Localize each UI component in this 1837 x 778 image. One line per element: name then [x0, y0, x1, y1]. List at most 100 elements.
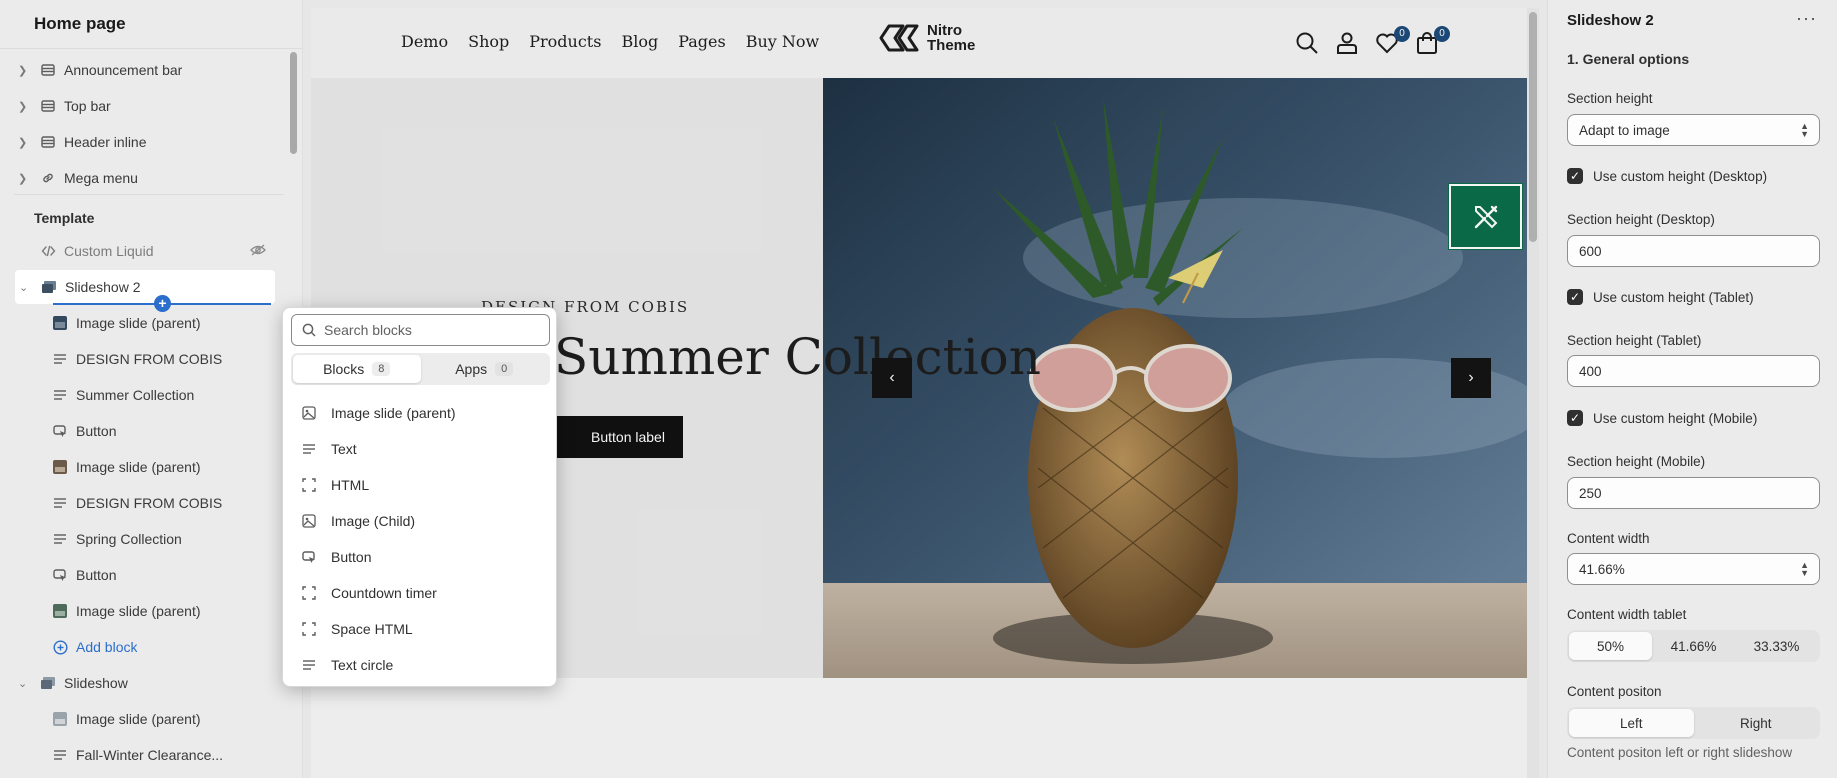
more-options-icon[interactable]: ···: [1796, 8, 1817, 29]
tab-apps[interactable]: Apps 0: [421, 355, 549, 383]
chevron-right-icon[interactable]: ❯: [18, 100, 30, 113]
chevron-right-icon[interactable]: ❯: [18, 136, 30, 149]
code-icon: [40, 243, 56, 259]
height-mobile-input[interactable]: 250: [1567, 477, 1820, 509]
field-label: Section height (Mobile): [1567, 454, 1706, 469]
checkbox-custom-height-desktop[interactable]: ✓ Use custom height (Desktop): [1567, 168, 1767, 184]
chevron-right-icon[interactable]: ❯: [18, 172, 30, 185]
button-icon: [52, 567, 68, 583]
block-text[interactable]: Fall-Winter Clearance...: [14, 740, 276, 770]
sidebar-item-label: Mega menu: [64, 170, 138, 186]
picker-item-text-circle[interactable]: Text circle: [291, 647, 550, 683]
height-desktop-input[interactable]: 600: [1567, 235, 1820, 267]
field-label: Section height (Desktop): [1567, 212, 1715, 227]
tab-blocks[interactable]: Blocks 8: [293, 355, 421, 383]
height-tablet-input[interactable]: 400: [1567, 355, 1820, 387]
slide-next-button[interactable]: ›: [1451, 358, 1491, 398]
tab-count-badge: 8: [372, 362, 391, 376]
sidebar-item-top-bar[interactable]: ❯ Top bar: [14, 91, 276, 121]
nav-link-blog[interactable]: Blog: [621, 32, 658, 51]
sidebar-item-mega-menu[interactable]: ❯ Mega menu: [14, 163, 276, 193]
settings-title: Slideshow 2: [1567, 12, 1654, 29]
image-thumb-icon: [52, 711, 68, 727]
block-text[interactable]: Spring Collection: [14, 524, 276, 554]
block-button[interactable]: Button: [14, 416, 276, 446]
chevron-right-icon[interactable]: ❯: [18, 64, 30, 77]
option-50[interactable]: 50%: [1569, 632, 1652, 660]
block-text[interactable]: Summer Collection: [14, 380, 276, 410]
preview-scrollbar[interactable]: [1527, 8, 1539, 778]
nav-link-demo[interactable]: Demo: [401, 32, 448, 51]
sidebar-item-slideshow[interactable]: ⌄ Slideshow: [14, 668, 276, 698]
sidebar-scrollbar[interactable]: [290, 52, 297, 154]
cart-count-badge: 0: [1434, 26, 1450, 42]
sidebar-item-announcement-bar[interactable]: ❯ Announcement bar: [14, 55, 276, 85]
sidebar-item-header-inline[interactable]: ❯ Header inline: [14, 127, 276, 157]
slide-headline: Summer Collection: [554, 328, 1041, 386]
frame-icon: [301, 621, 317, 637]
account-icon[interactable]: [1334, 30, 1360, 56]
text-icon: [301, 441, 317, 457]
checkbox-custom-height-mobile[interactable]: ✓ Use custom height (Mobile): [1567, 410, 1757, 426]
chevron-down-icon[interactable]: ⌄: [19, 281, 31, 294]
settings-section-heading: 1. General options: [1567, 51, 1690, 67]
picker-item-space-html[interactable]: Space HTML: [291, 611, 550, 647]
picker-item-image-slide[interactable]: Image slide (parent): [291, 395, 550, 431]
checkmark-icon: ✓: [1567, 289, 1583, 305]
picker-item-image-child[interactable]: Image (Child): [291, 503, 550, 539]
block-image-slide[interactable]: Image slide (parent): [14, 596, 276, 626]
sections-sidebar: Home page ❯ Announcement bar ❯ Top bar ❯…: [0, 0, 303, 778]
search-blocks-field[interactable]: [291, 314, 550, 346]
section-height-select[interactable]: Adapt to image ▲ ▼: [1567, 114, 1820, 146]
block-image-slide[interactable]: Image slide (parent): [14, 308, 276, 338]
block-image-slide[interactable]: Image slide (parent): [14, 452, 276, 482]
section-tools-button[interactable]: [1448, 183, 1523, 250]
sidebar-item-label: Announcement bar: [64, 62, 183, 78]
option-41-66[interactable]: 41.66%: [1652, 632, 1735, 660]
search-icon[interactable]: [1294, 30, 1320, 56]
store-logo[interactable]: Nitro Theme: [877, 23, 975, 53]
nav-link-pages[interactable]: Pages: [678, 32, 726, 51]
slide-prev-button[interactable]: ‹: [872, 358, 912, 398]
checkbox-custom-height-tablet[interactable]: ✓ Use custom height (Tablet): [1567, 289, 1754, 305]
add-block-button[interactable]: Add block: [14, 632, 276, 662]
wishlist-count-badge: 0: [1394, 26, 1410, 42]
chevron-down-icon[interactable]: ⌄: [18, 677, 30, 690]
field-label: Section height (Tablet): [1567, 333, 1702, 348]
sidebar-item-label: Summer Collection: [76, 387, 195, 403]
nav-link-buy-now[interactable]: Buy Now: [746, 32, 820, 51]
block-button[interactable]: Button: [14, 560, 276, 590]
picker-item-html[interactable]: HTML: [291, 467, 550, 503]
eye-hidden-icon[interactable]: [250, 243, 266, 260]
search-blocks-input[interactable]: [324, 322, 534, 338]
sidebar-item-label: Top bar: [64, 98, 111, 114]
content-position-segmented: Left Right: [1567, 707, 1820, 739]
block-image-slide[interactable]: Image slide (parent): [14, 704, 276, 734]
cart-icon[interactable]: 0: [1414, 26, 1450, 56]
slideshow-icon: [41, 279, 57, 295]
button-icon: [301, 549, 317, 565]
nav-link-shop[interactable]: Shop: [468, 32, 509, 51]
tools-icon: [1474, 205, 1497, 228]
picker-item-button[interactable]: Button: [291, 539, 550, 575]
nav-link-products[interactable]: Products: [529, 32, 601, 51]
content-width-select[interactable]: 41.66% ▲ ▼: [1567, 553, 1820, 585]
text-icon: [52, 351, 68, 367]
picker-item-countdown-timer[interactable]: Countdown timer: [291, 575, 550, 611]
sidebar-item-slideshow-2[interactable]: ⌄ Slideshow 2: [15, 270, 275, 304]
sidebar-item-label: Slideshow 2: [65, 279, 141, 295]
template-group-label: Template: [34, 210, 95, 226]
field-label: Section height: [1567, 91, 1653, 106]
sidebar-item-label: Slideshow: [64, 675, 128, 691]
option-right[interactable]: Right: [1694, 709, 1819, 737]
picker-item-text[interactable]: Text: [291, 431, 550, 467]
store-header: Demo Shop Products Blog Pages Buy Now Ni…: [311, 8, 1527, 78]
wishlist-icon[interactable]: 0: [1374, 26, 1410, 56]
sidebar-item-custom-liquid[interactable]: Custom Liquid: [14, 236, 276, 266]
link-icon: [40, 170, 56, 186]
option-33-33[interactable]: 33.33%: [1735, 632, 1818, 660]
settings-panel: Slideshow 2 ··· 1. General options Secti…: [1547, 0, 1837, 778]
block-text[interactable]: DESIGN FROM COBIS: [14, 344, 276, 374]
block-text[interactable]: DESIGN FROM COBIS: [14, 488, 276, 518]
option-left[interactable]: Left: [1569, 709, 1694, 737]
